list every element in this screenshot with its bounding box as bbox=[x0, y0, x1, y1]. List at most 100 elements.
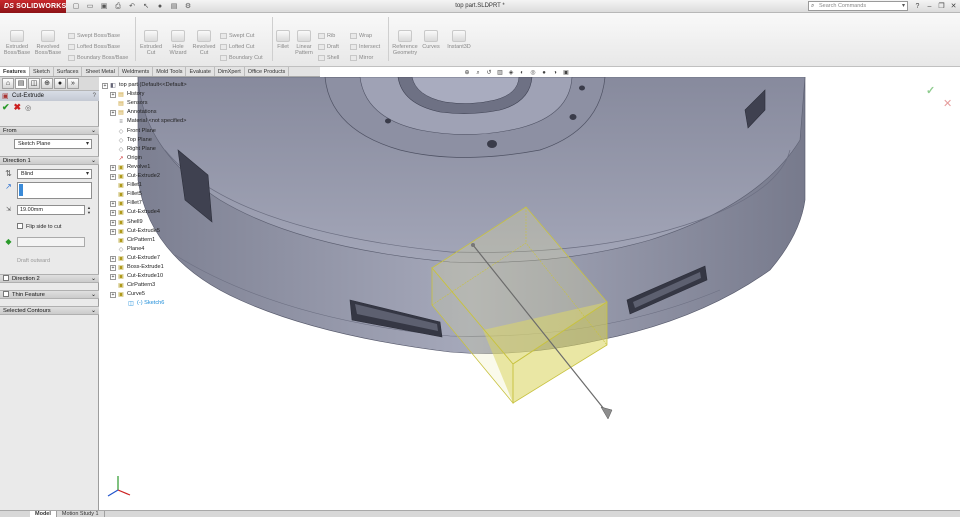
help-button[interactable]: ? bbox=[93, 91, 96, 101]
dimxpert-tab-icon[interactable]: ⊕ bbox=[41, 78, 53, 89]
tree-item[interactable]: ◇ Top Plane bbox=[110, 136, 152, 145]
cancel-button[interactable]: ✖ bbox=[14, 102, 22, 113]
tab-dimxpert[interactable]: DimXpert bbox=[215, 67, 245, 76]
edit-appearance-icon[interactable]: ● bbox=[539, 69, 549, 78]
revolved-boss-button[interactable]: Revolved Boss/Base bbox=[33, 30, 63, 56]
search-input[interactable]: ⌕ Search Commands ▾ bbox=[808, 1, 908, 11]
feature-manager-tab-icon[interactable]: ⌂ bbox=[2, 78, 14, 89]
tree-item[interactable]: ◇ Right Plane bbox=[110, 145, 156, 154]
print-icon[interactable]: ⎙ bbox=[112, 2, 124, 12]
tree-item[interactable]: ▣ Fillet1 bbox=[110, 181, 142, 190]
tree-item[interactable]: + ▤ Annotations bbox=[110, 108, 157, 117]
end-condition-select[interactable]: Blind ▾ bbox=[17, 169, 92, 179]
draft-outward-checkbox[interactable]: Draft outward bbox=[17, 258, 50, 264]
view-settings-icon[interactable]: ▣ bbox=[561, 69, 571, 78]
apply-scene-icon[interactable]: ◑ bbox=[550, 69, 560, 78]
curves-button[interactable]: Curves bbox=[421, 30, 441, 50]
expand-icon[interactable]: + bbox=[110, 228, 116, 235]
shell-button[interactable]: Shell bbox=[318, 54, 339, 62]
zoom-to-fit-icon[interactable]: ⊕ bbox=[462, 69, 472, 78]
expand-tab-icon[interactable]: » bbox=[67, 78, 79, 89]
selected-contours-group-header[interactable]: Selected Contours ⌄ bbox=[0, 306, 99, 315]
section-view-icon[interactable]: ▥ bbox=[495, 69, 505, 78]
tree-item[interactable]: + ▣ Revolve1 bbox=[110, 163, 150, 172]
extruded-cut-button[interactable]: Extruded Cut bbox=[138, 30, 164, 56]
expand-icon[interactable]: + bbox=[110, 265, 116, 271]
flip-side-checkbox[interactable]: Flip side to cut bbox=[17, 223, 61, 231]
select-icon[interactable]: ↖ bbox=[140, 2, 152, 12]
undo-icon[interactable]: ↶ bbox=[126, 2, 138, 12]
tree-item[interactable]: + ▤ History bbox=[110, 90, 144, 99]
tree-item[interactable]: + ▣ Cut-Extrude4 bbox=[110, 208, 160, 217]
property-manager-tab-icon[interactable]: ▤ bbox=[15, 78, 27, 89]
lofted-boss-button[interactable]: Lofted Boss/Base bbox=[68, 43, 120, 51]
search-dropdown-icon[interactable]: ▾ bbox=[902, 2, 905, 10]
fillet-button[interactable]: Fillet bbox=[274, 30, 292, 50]
intersect-button[interactable]: Intersect bbox=[350, 43, 380, 51]
view-orientation-icon[interactable]: ◈ bbox=[506, 69, 516, 78]
3d-model[interactable] bbox=[100, 77, 960, 510]
extruded-boss-button[interactable]: Extruded Boss/Base bbox=[3, 30, 31, 56]
tree-item[interactable]: ▣ CirPattern1 bbox=[110, 236, 155, 245]
draft-button[interactable]: Draft bbox=[318, 43, 339, 51]
tree-item[interactable]: ▣ Fillet5 bbox=[110, 190, 142, 199]
tab-mold-tools[interactable]: Mold Tools bbox=[153, 67, 187, 76]
direction2-group-header[interactable]: Direction 2 ⌄ bbox=[0, 274, 99, 283]
tab-model[interactable]: Model bbox=[30, 511, 57, 517]
tab-features[interactable]: Features bbox=[0, 67, 30, 76]
wrap-button[interactable]: Wrap bbox=[350, 32, 372, 40]
direction1-group-header[interactable]: Direction 1 ⌄ bbox=[0, 156, 99, 165]
tree-item[interactable]: ≡ Material <not specified> bbox=[110, 117, 186, 126]
confirmation-cancel-icon[interactable]: ✕ bbox=[943, 97, 952, 110]
ok-button[interactable]: ✔ bbox=[2, 102, 10, 113]
expand-icon[interactable]: + bbox=[110, 201, 116, 208]
tab-evaluate[interactable]: Evaluate bbox=[186, 67, 215, 76]
expand-icon[interactable]: + bbox=[110, 110, 116, 117]
tab-motion-study[interactable]: Motion Study 1 bbox=[57, 511, 105, 517]
revolved-cut-button[interactable]: Revolved Cut bbox=[191, 30, 217, 56]
display-style-icon[interactable]: ◐ bbox=[517, 69, 527, 78]
tab-office-products[interactable]: Office Products bbox=[245, 67, 290, 76]
configuration-manager-tab-icon[interactable]: ◫ bbox=[28, 78, 40, 89]
minimize-icon[interactable]: – bbox=[924, 2, 935, 12]
confirmation-ok-icon[interactable]: ✓ bbox=[926, 84, 935, 97]
instant3d-button[interactable]: Instant3D bbox=[444, 30, 474, 50]
tree-item[interactable]: + ▣ Shell9 bbox=[110, 218, 143, 227]
hide-show-icon[interactable]: ◎ bbox=[528, 69, 538, 78]
tree-item[interactable]: + ▣ Cut-Extrude7 bbox=[110, 254, 160, 263]
tree-item[interactable]: ↗ Origin bbox=[110, 154, 141, 163]
tab-sketch[interactable]: Sketch bbox=[30, 67, 54, 76]
previous-view-icon[interactable]: ↺ bbox=[484, 69, 494, 78]
expand-icon[interactable]: + bbox=[110, 164, 116, 171]
tree-item[interactable]: + ▣ Curve5 bbox=[110, 290, 145, 299]
options-icon[interactable]: ⚙ bbox=[182, 2, 194, 12]
tree-item[interactable]: ◇ Front Plane bbox=[110, 127, 156, 136]
expand-icon[interactable]: + bbox=[110, 174, 116, 180]
tree-item[interactable]: ◫ (-) Sketch6 bbox=[120, 299, 164, 308]
expand-icon[interactable]: + bbox=[110, 219, 116, 226]
mirror-button[interactable]: Mirror bbox=[350, 54, 373, 62]
rebuild-icon[interactable]: ● bbox=[154, 2, 166, 12]
expand-icon[interactable]: + bbox=[110, 274, 116, 281]
tab-surfaces[interactable]: Surfaces bbox=[54, 67, 83, 76]
thin-feature-group-header[interactable]: Thin Feature ⌄ bbox=[0, 290, 99, 299]
swept-cut-button[interactable]: Swept Cut bbox=[220, 32, 254, 40]
tree-item[interactable]: + ▣ Boss-Extrude1 bbox=[110, 263, 164, 272]
restore-icon[interactable]: ❐ bbox=[936, 2, 947, 12]
tree-item[interactable]: ◇ Plane4 bbox=[110, 245, 145, 254]
tree-item[interactable]: + ▣ Cut-Extrude5 bbox=[110, 227, 160, 236]
reference-geometry-button[interactable]: Reference Geometry bbox=[390, 30, 420, 56]
rib-button[interactable]: Rib bbox=[318, 32, 335, 40]
graphics-area[interactable] bbox=[100, 77, 960, 510]
help-icon[interactable]: ? bbox=[912, 2, 923, 12]
depth-input[interactable]: 19.00mm bbox=[17, 205, 85, 215]
expand-icon[interactable]: + bbox=[110, 210, 116, 217]
tree-item[interactable]: + ◧ top part (Default<<Default> bbox=[102, 81, 187, 90]
from-select[interactable]: Sketch Plane ▾ bbox=[14, 139, 92, 149]
zoom-area-icon[interactable]: ⌕ bbox=[473, 69, 483, 78]
save-icon[interactable]: ▣ bbox=[98, 2, 110, 12]
tree-item[interactable]: + ▣ Fillet7 bbox=[110, 199, 142, 208]
tab-weldments[interactable]: Weldments bbox=[119, 67, 154, 76]
app-logo[interactable]: DS SOLIDWORKS bbox=[0, 0, 66, 13]
tree-item[interactable]: + ▣ Cut-Extrude2 bbox=[110, 172, 160, 181]
